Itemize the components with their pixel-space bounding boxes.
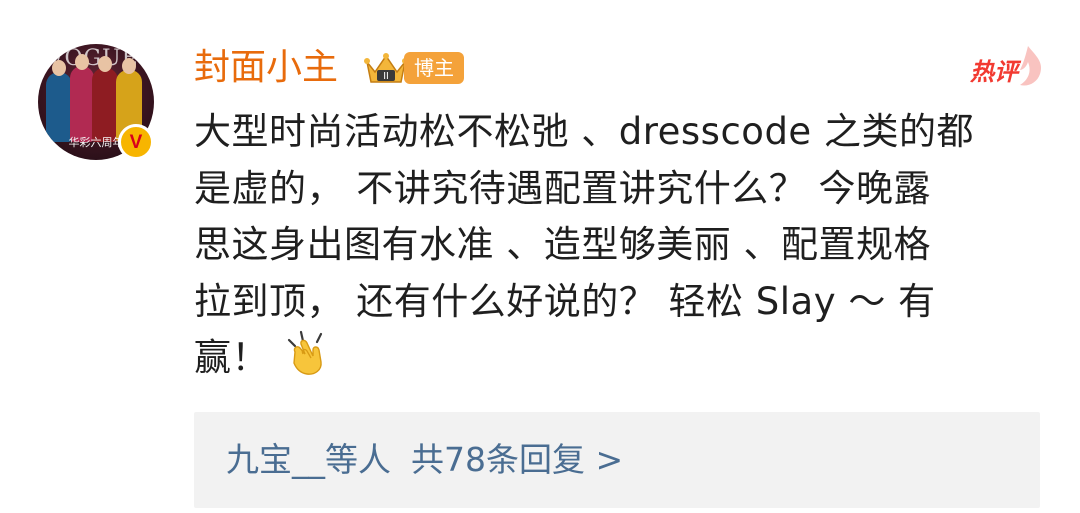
comment-line: 拉到顶， 还有什么好说的？ 轻松 Slay ～ 有 <box>194 279 936 323</box>
comment-line: 赢！ <box>194 336 269 379</box>
clapping-hands-emoji <box>287 330 323 375</box>
reply-authors[interactable]: 九宝__等人 <box>226 440 391 479</box>
comment-line: 思这身出图有水准 、造型够美丽 、配置规格 <box>194 223 932 266</box>
crown-icon: II <box>364 53 408 83</box>
replies-summary[interactable]: 九宝__等人 共78条回复 > <box>194 412 1040 508</box>
hot-tag-label: 热评 <box>970 58 1018 86</box>
verified-badge-label: V <box>129 131 143 153</box>
comment-body: 大型时尚活动松不松弛 、dresscode 之类的都 是虚的， 不讲究待遇配置讲… <box>194 104 1040 387</box>
comment-line: 是虚的， 不讲究待遇配置讲究什么？ 今晚露 <box>194 166 932 210</box>
comment-card: VOGUE 华彩六周年 V 封面小主 II 博主 热评 大型时尚活动松不松弛 、… <box>0 0 1080 513</box>
hot-comment-tag: 热评 <box>966 44 1048 90</box>
svg-text:II: II <box>383 71 389 82</box>
username[interactable]: 封面小主 <box>194 46 338 90</box>
comment-last-line: 赢！ <box>194 330 1040 387</box>
verified-icon: V <box>118 124 154 160</box>
reply-count-link[interactable]: 共78条回复 > <box>411 440 623 479</box>
replies-row[interactable]: 九宝__等人 共78条回复 > <box>226 440 623 480</box>
comment-line: 大型时尚活动松不松弛 、dresscode 之类的都 <box>194 110 974 153</box>
role-badge: 博主 <box>404 52 464 84</box>
